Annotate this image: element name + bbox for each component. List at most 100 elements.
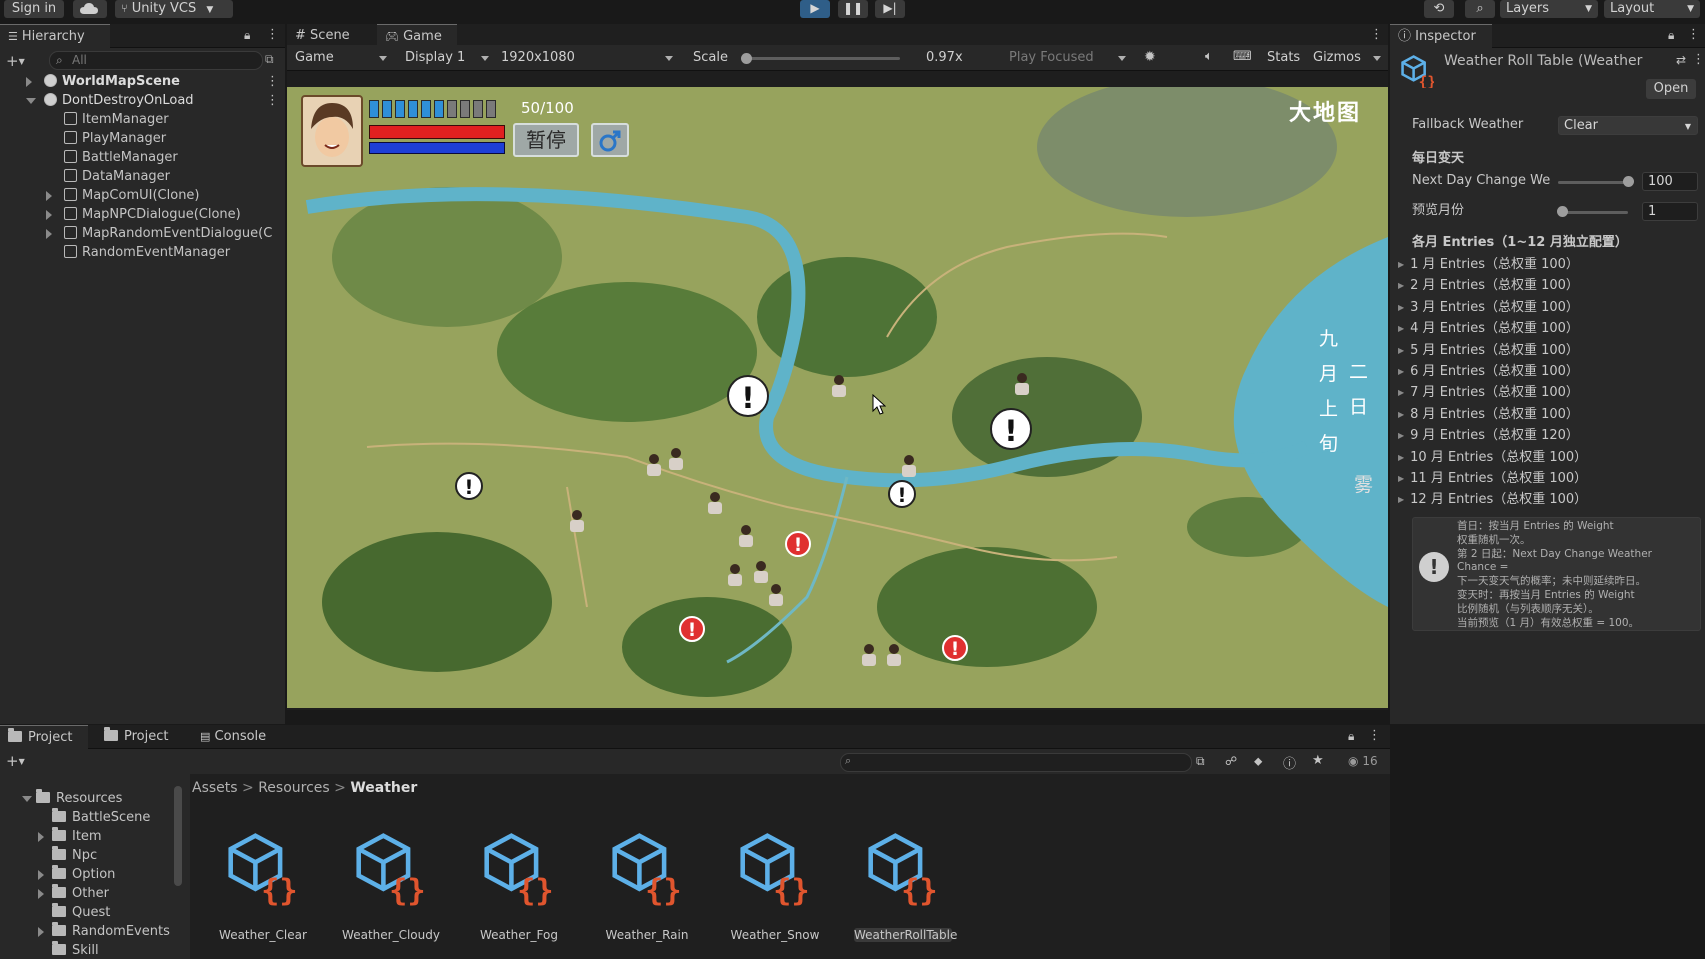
layout-dropdown[interactable]: Layout ▼	[1604, 0, 1700, 18]
next-day-change-knob[interactable]	[1623, 176, 1634, 187]
event-marker-icon[interactable]: !	[455, 472, 483, 500]
folder-tree-item[interactable]: Quest	[52, 903, 110, 922]
folder-tree-item[interactable]: Item	[38, 827, 102, 846]
asset-item[interactable]: {} WeatherRollTable	[848, 830, 958, 942]
npc-character-icon[interactable]	[862, 644, 876, 666]
hierarchy-item[interactable]: RandomEventManager	[0, 243, 285, 262]
npc-character-icon[interactable]	[887, 644, 901, 666]
month-entries-foldout[interactable]: ▶ 9 月 Entries（总权重 120）	[1398, 426, 1579, 446]
step-button[interactable]: ▶|	[875, 0, 905, 18]
foldout-arrow-icon[interactable]: ▶	[1398, 474, 1404, 483]
folder-tree-item[interactable]: BattleScene	[52, 808, 150, 827]
npc-character-icon[interactable]	[728, 564, 742, 586]
filter-label-icon[interactable]: ☍	[1225, 754, 1237, 768]
player-portrait[interactable]	[301, 95, 363, 167]
warning-filter-icon[interactable]: ⓘ	[1283, 753, 1296, 772]
game-mode-dropdown[interactable]: Game	[291, 48, 391, 68]
npc-character-icon[interactable]	[708, 492, 722, 514]
next-day-change-input[interactable]: 100	[1642, 172, 1698, 191]
tab-project-2[interactable]: Project	[96, 725, 180, 749]
collapse-arrow-icon[interactable]	[46, 191, 52, 201]
hierarchy-item[interactable]: BattleManager	[0, 148, 285, 167]
tab-project-1[interactable]: Project	[0, 725, 88, 749]
more-icon[interactable]: ⋮	[1370, 27, 1383, 42]
foldout-arrow-icon[interactable]: ▶	[1398, 324, 1404, 333]
more-icon[interactable]: ⋮	[266, 27, 279, 42]
event-marker-icon[interactable]: !	[990, 408, 1032, 450]
foldout-arrow-icon[interactable]: ▶	[1398, 367, 1404, 376]
asset-item[interactable]: {} Weather_Snow	[720, 830, 830, 942]
expand-arrow-icon[interactable]	[26, 98, 36, 104]
hierarchy-item[interactable]: DataManager	[0, 167, 285, 186]
month-entries-foldout[interactable]: ▶ 12 月 Entries（总权重 100）	[1398, 490, 1587, 510]
foldout-arrow-icon[interactable]: ▶	[1398, 410, 1404, 419]
folder-tree-scrollbar[interactable]	[174, 786, 182, 886]
asset-item[interactable]: {} Weather_Fog	[464, 830, 574, 942]
audio-icon[interactable]: 🔈︎	[1205, 49, 1213, 64]
foldout-arrow-icon[interactable]: ▶	[1398, 388, 1404, 397]
npc-character-icon[interactable]	[832, 375, 846, 397]
play-focused-dropdown[interactable]: Play Focused	[1005, 48, 1130, 68]
tag-icon[interactable]: ⬥	[1254, 754, 1262, 769]
play-button[interactable]: ▶	[800, 0, 830, 18]
more-icon[interactable]: ⋮	[1368, 728, 1381, 743]
resolution-dropdown[interactable]: 1920x1080	[497, 48, 677, 68]
npc-character-icon[interactable]	[902, 455, 916, 477]
more-icon[interactable]: ⋮	[266, 91, 279, 110]
filter-type-icon[interactable]: ⧉	[1196, 754, 1205, 769]
month-entries-foldout[interactable]: ▶ 11 月 Entries（总权重 100）	[1398, 469, 1587, 489]
collapse-arrow-icon[interactable]	[46, 210, 52, 220]
hierarchy-item[interactable]: DontDestroyOnLoad ⋮	[0, 91, 285, 110]
hierarchy-item[interactable]: ItemManager	[0, 110, 285, 129]
lock-icon[interactable]: 🔒︎	[1348, 729, 1354, 744]
hierarchy-item[interactable]: PlayManager	[0, 129, 285, 148]
folder-tree-item[interactable]: Other	[38, 884, 109, 903]
folder-tree-item[interactable]: Resources	[22, 789, 122, 808]
more-icon[interactable]: ⋮	[1687, 27, 1700, 42]
unity-vcs-dropdown[interactable]: ⑂ Unity VCS ▼	[115, 0, 233, 18]
collapse-arrow-icon[interactable]	[46, 229, 52, 239]
collapse-arrow-icon[interactable]	[38, 832, 44, 842]
collapse-arrow-icon[interactable]	[38, 927, 44, 937]
lock-icon[interactable]: 🔒︎	[1668, 28, 1674, 43]
tab-inspector[interactable]: ⓘ Inspector	[1390, 24, 1492, 48]
hierarchy-item[interactable]: MapNPCDialogue(Clone)	[0, 205, 285, 224]
game-world-map[interactable]: 50/100 暂停 大地图 九月上旬 二日 雾 !!!!!!!	[287, 87, 1388, 708]
create-asset-button[interactable]: +▼	[6, 752, 25, 770]
asset-item[interactable]: {} Weather_Rain	[592, 830, 702, 942]
event-marker-icon[interactable]: !	[727, 375, 769, 417]
breadcrumb-item[interactable]: Weather	[350, 780, 417, 796]
keyboard-icon[interactable]: ⌨	[1233, 49, 1252, 64]
month-entries-foldout[interactable]: ▶ 10 月 Entries（总权重 100）	[1398, 448, 1587, 468]
event-marker-icon[interactable]: !	[785, 531, 811, 557]
npc-character-icon[interactable]	[570, 510, 584, 532]
breadcrumb-item[interactable]: Resources	[258, 780, 330, 796]
npc-character-icon[interactable]	[769, 584, 783, 606]
npc-character-icon[interactable]	[647, 454, 661, 476]
folder-tree-item[interactable]: Option	[38, 865, 115, 884]
pause-game-button[interactable]: 暂停	[513, 123, 579, 157]
foldout-arrow-icon[interactable]: ▶	[1398, 453, 1404, 462]
scene-visibility-icon[interactable]: ⧉	[265, 52, 274, 67]
tab-console[interactable]: ▤ Console	[192, 725, 284, 749]
scale-slider[interactable]	[745, 57, 900, 60]
collapse-arrow-icon[interactable]	[26, 77, 32, 87]
scale-slider-knob[interactable]	[741, 53, 752, 64]
collapse-arrow-icon[interactable]	[38, 870, 44, 880]
foldout-arrow-icon[interactable]: ▶	[1398, 495, 1404, 504]
month-entries-foldout[interactable]: ▶ 2 月 Entries（总权重 100）	[1398, 276, 1579, 296]
open-button[interactable]: Open	[1646, 79, 1696, 99]
npc-character-icon[interactable]	[754, 561, 768, 583]
pause-button[interactable]: ❚❚	[838, 0, 868, 18]
tab-hierarchy[interactable]: ☰ Hierarchy	[0, 24, 110, 48]
preview-month-knob[interactable]	[1557, 206, 1568, 217]
gizmos-dropdown[interactable]: Gizmos	[1309, 48, 1385, 68]
search-button[interactable]: ⌕	[1465, 0, 1495, 18]
npc-character-icon[interactable]	[739, 525, 753, 547]
foldout-arrow-icon[interactable]: ▶	[1398, 303, 1404, 312]
more-icon[interactable]: ⋮	[266, 72, 279, 91]
event-marker-icon[interactable]: !	[679, 616, 705, 642]
fallback-weather-dropdown[interactable]: Clear ▼	[1558, 116, 1698, 135]
lock-icon[interactable]: 🔒︎	[244, 28, 250, 43]
next-day-change-slider[interactable]	[1558, 181, 1628, 184]
